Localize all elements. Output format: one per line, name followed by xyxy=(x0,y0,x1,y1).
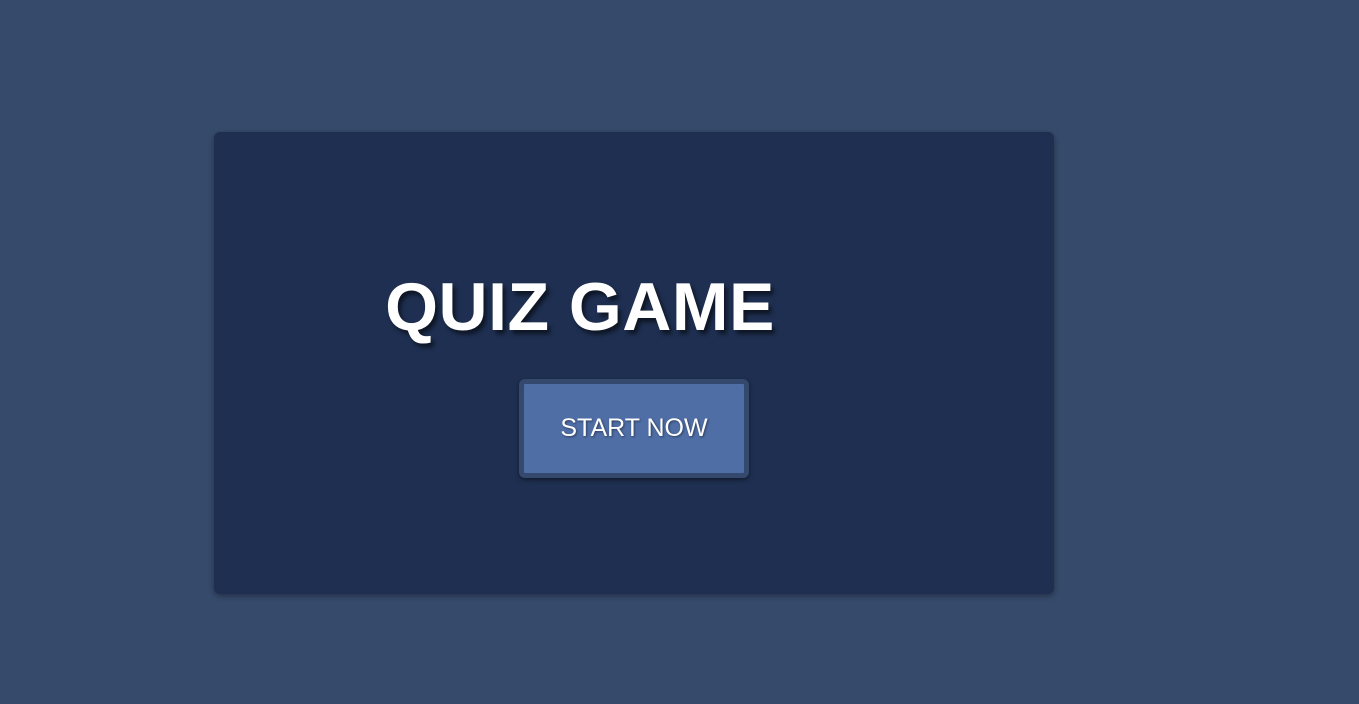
game-title: QUIZ GAME xyxy=(385,269,775,345)
quiz-start-card: QUIZ GAME START NOW xyxy=(214,132,1054,594)
start-now-button[interactable]: START NOW xyxy=(519,379,749,478)
page: QUIZ GAME START NOW xyxy=(0,0,1359,704)
